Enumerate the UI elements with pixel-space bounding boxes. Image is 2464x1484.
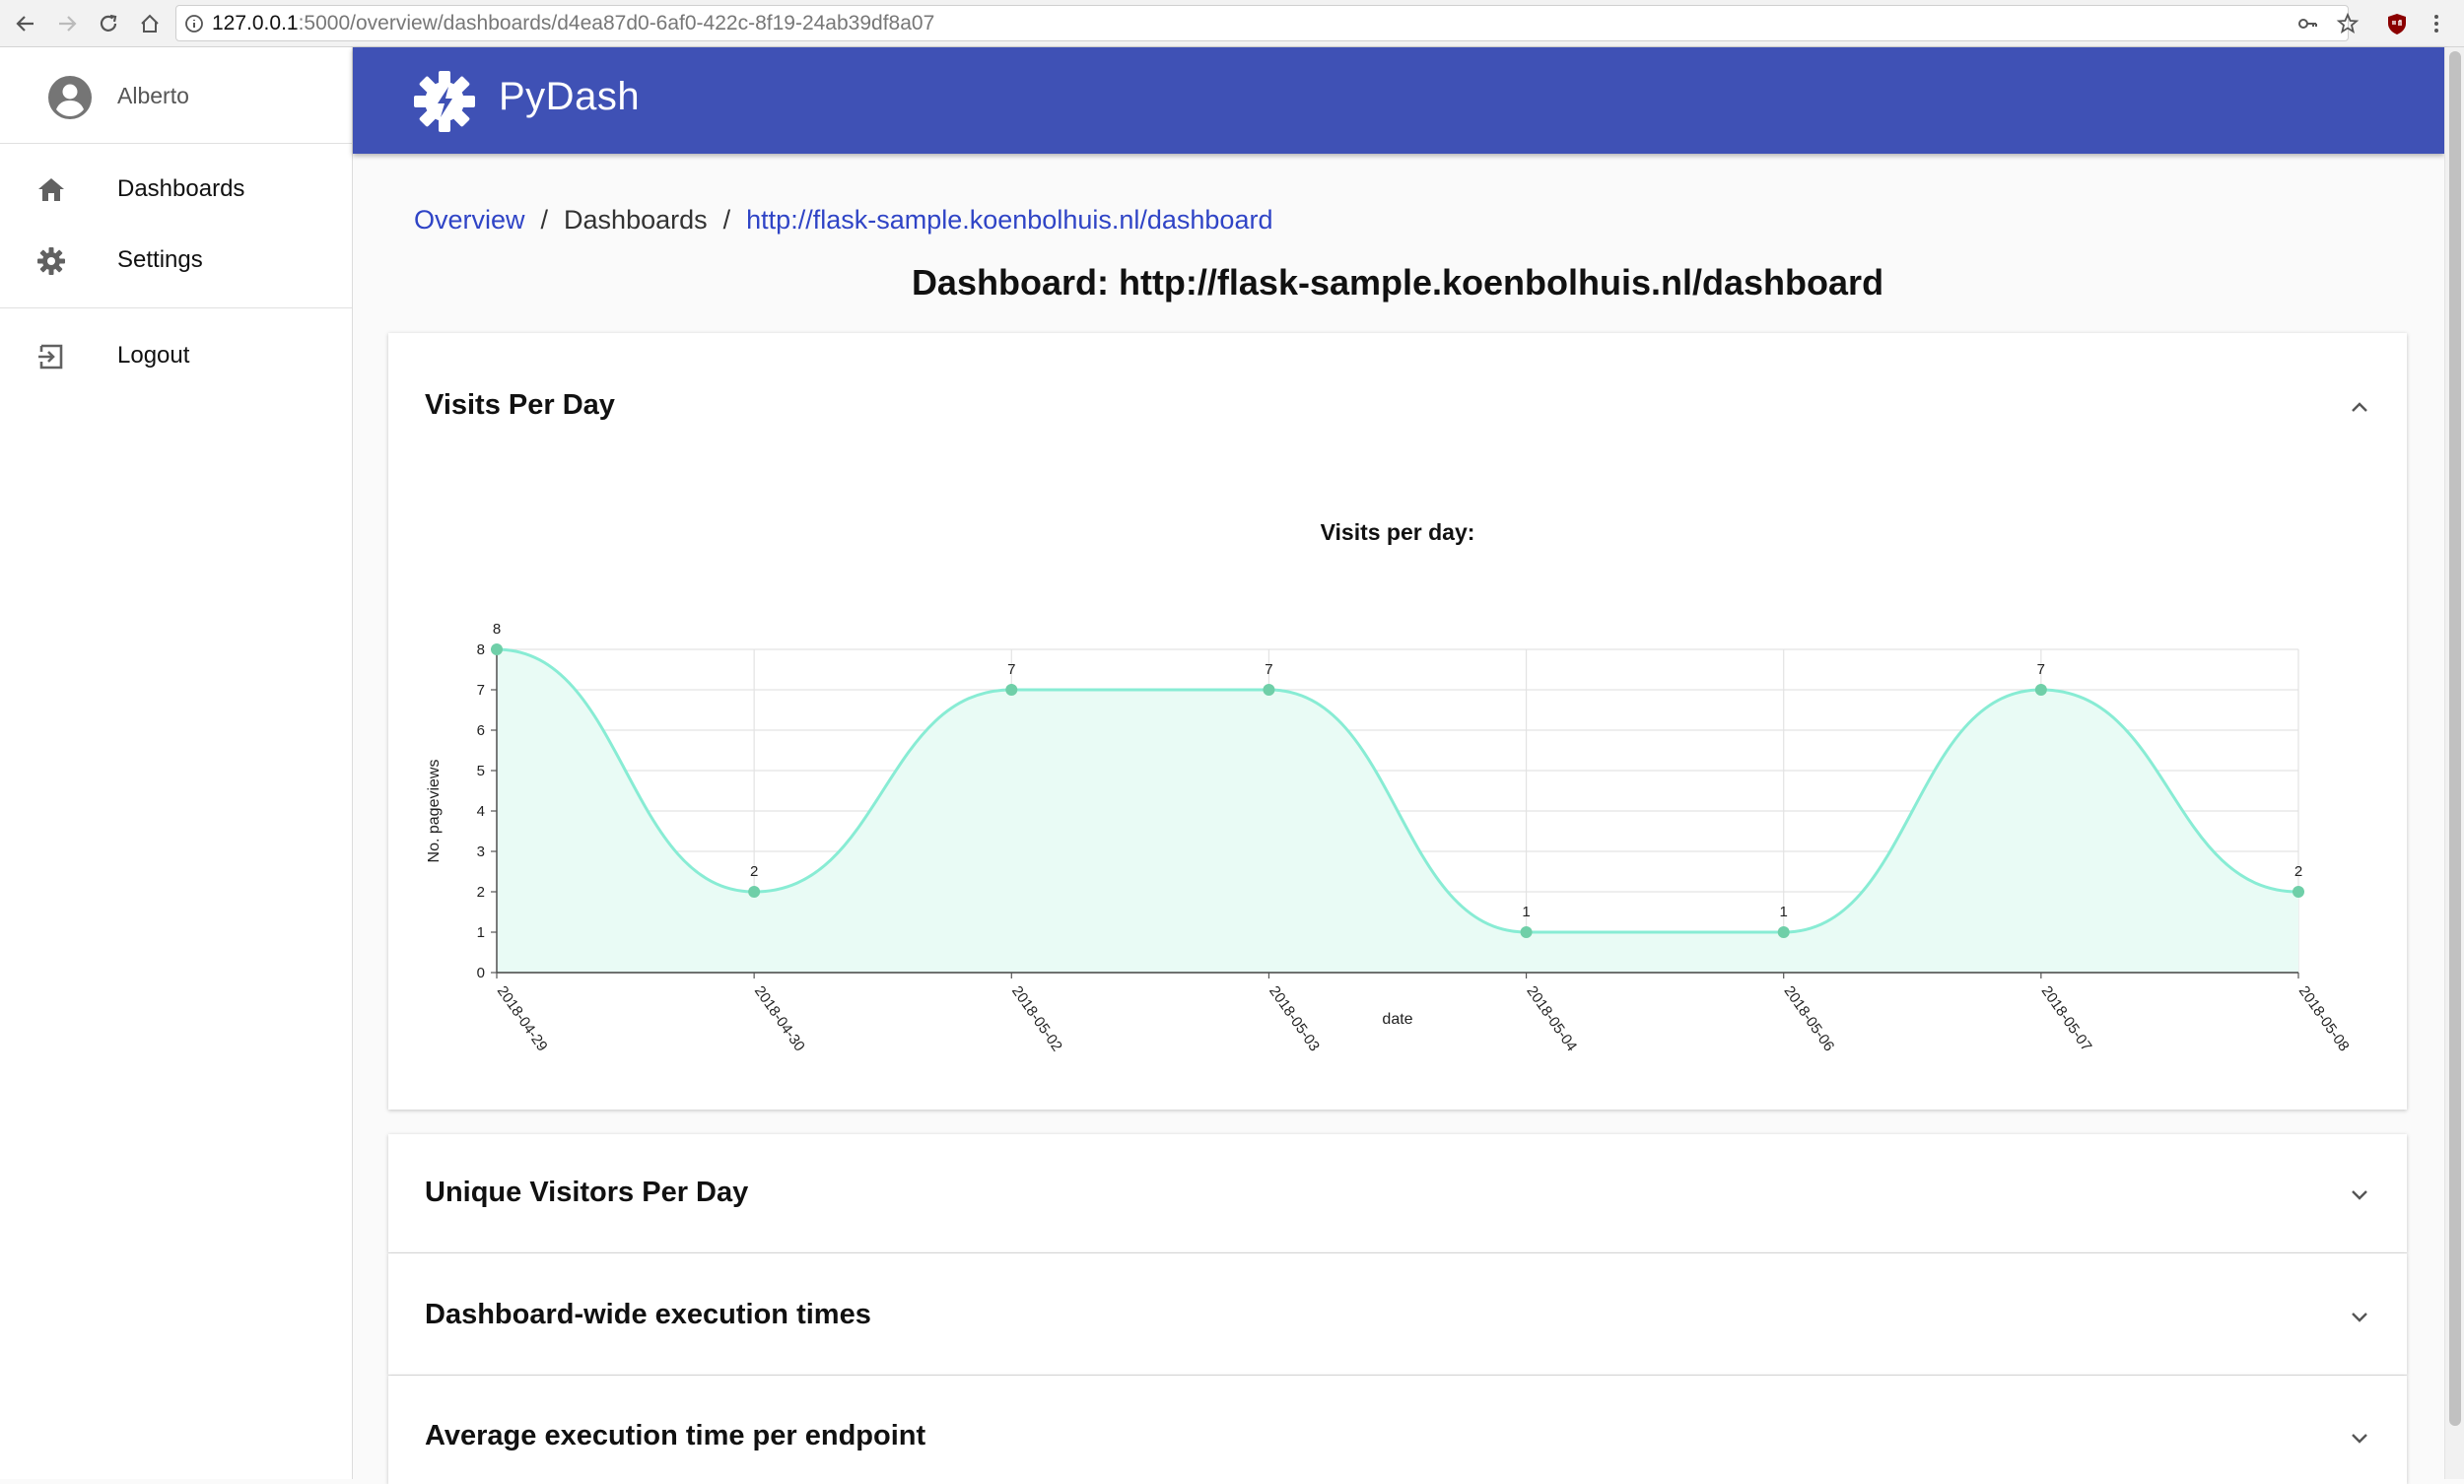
y-tick-label: 1 <box>477 924 485 941</box>
home-icon <box>38 178 64 201</box>
y-tick-label: 4 <box>477 803 485 820</box>
logout-icon <box>38 344 63 370</box>
breadcrumb: Overview / Dashboards / http://flask-sample.… <box>414 205 1272 236</box>
breadcrumb-separator: / <box>722 205 731 235</box>
key-icon[interactable] <box>2292 8 2323 39</box>
panel-avg-execution-time[interactable]: Average execution time per endpoint <box>388 1376 2407 1484</box>
ublock-shield-icon[interactable] <box>2381 8 2413 39</box>
info-icon[interactable] <box>176 14 212 34</box>
breadcrumb-separator: / <box>540 205 549 235</box>
bookmark-star-icon[interactable] <box>2332 8 2363 39</box>
sidebar-item-label: Settings <box>117 246 203 273</box>
x-tick-label: 2018-04-30 <box>751 983 808 1055</box>
x-axis-label: date <box>1382 1011 1412 1028</box>
panel-visits-per-day: Visits Per Day Visits per day: 0 1 2 3 4 5 6 7 8 8… <box>388 333 2407 1110</box>
chevron-down-icon[interactable] <box>2346 1424 2373 1451</box>
y-tick-label: 2 <box>477 884 485 901</box>
user-name: Alberto <box>117 83 189 108</box>
panel-title[interactable]: Average execution time per endpoint <box>425 1420 925 1452</box>
data-label: 8 <box>493 621 501 638</box>
sidebar-divider <box>0 307 352 308</box>
breadcrumb-dashboards: Dashboards <box>564 205 708 235</box>
address-bar[interactable]: 127.0.0.1:5000/overview/dashboards/d4ea8… <box>175 5 2349 41</box>
breadcrumb-overview-link[interactable]: Overview <box>414 205 525 235</box>
sidebar-item-settings[interactable]: Settings <box>0 230 352 291</box>
data-label: 7 <box>2037 661 2045 678</box>
chart-title: Visits per day: <box>1321 519 1475 545</box>
x-tick-label: 2018-05-04 <box>1523 983 1580 1055</box>
browser-toolbar: 127.0.0.1:5000/overview/dashboards/d4ea8… <box>0 0 2464 47</box>
data-label: 1 <box>1780 904 1788 920</box>
data-label: 1 <box>1522 904 1530 920</box>
app-title: PyDash <box>499 75 641 118</box>
gear-icon <box>37 247 65 275</box>
x-tick-label: 2018-04-29 <box>494 983 551 1055</box>
breadcrumb-current-link[interactable]: http://flask-sample.koenbolhuis.nl/dashb… <box>746 205 1272 235</box>
y-tick-label: 7 <box>477 682 485 699</box>
chevron-down-icon[interactable] <box>2346 1303 2373 1330</box>
account-circle-icon <box>48 76 92 119</box>
sidebar-item-dashboards[interactable]: Dashboards <box>0 159 352 220</box>
data-point <box>1520 926 1533 938</box>
sidebar-item-label: Dashboards <box>117 175 245 202</box>
data-point <box>1005 684 1018 696</box>
data-label: 7 <box>1265 661 1272 678</box>
data-point <box>748 886 761 898</box>
reload-icon[interactable] <box>93 8 124 39</box>
y-tick-label: 6 <box>477 722 485 739</box>
data-point <box>1777 926 1790 938</box>
sidebar-item-logout[interactable]: Logout <box>0 325 352 386</box>
back-arrow-icon[interactable] <box>10 8 41 39</box>
x-tick-label: 2018-05-08 <box>2295 983 2353 1055</box>
data-point <box>491 643 503 655</box>
user-profile[interactable]: Alberto <box>0 47 352 144</box>
data-point <box>2293 886 2304 898</box>
visits-chart: Visits per day: 0 1 2 3 4 5 6 7 88 2018-04-29 2 2018… <box>426 519 2353 1055</box>
x-tick-label: 2018-05-07 <box>2038 983 2095 1055</box>
panel-unique-visitors[interactable]: Unique Visitors Per Day <box>388 1134 2407 1252</box>
page-scrollbar[interactable] <box>2444 47 2464 1479</box>
y-tick-label: 3 <box>477 843 485 860</box>
scrollbar-thumb[interactable] <box>2449 51 2461 1426</box>
pydash-logo-icon <box>414 71 475 132</box>
data-label: 7 <box>1007 661 1015 678</box>
panel-dashboard-execution-times[interactable]: Dashboard-wide execution times <box>388 1253 2407 1375</box>
page-title: Dashboard: http://flask-sample.koenbolhu… <box>911 262 1884 303</box>
sidebar-item-label: Logout <box>117 342 190 369</box>
home-page-icon[interactable] <box>134 8 166 39</box>
app-bar: PyDash <box>353 47 2444 154</box>
more-menu-icon[interactable] <box>2421 8 2452 39</box>
y-tick-label: 0 <box>477 965 485 981</box>
panel-title[interactable]: Dashboard-wide execution times <box>425 1299 871 1331</box>
x-tick-label: 2018-05-06 <box>1780 983 1837 1055</box>
forward-arrow-icon[interactable] <box>51 8 83 39</box>
url-text: 127.0.0.1:5000/overview/dashboards/d4ea8… <box>212 11 935 34</box>
panel-title[interactable]: Unique Visitors Per Day <box>425 1177 748 1209</box>
y-tick-label: 5 <box>477 763 485 779</box>
chevron-down-icon[interactable] <box>2346 1180 2373 1208</box>
x-tick-label: 2018-05-02 <box>1008 983 1065 1055</box>
y-tick-label: 8 <box>477 641 485 658</box>
data-label: 2 <box>2294 863 2302 880</box>
data-point <box>1263 684 1275 696</box>
sidebar: Alberto Dashboards Settings Logout <box>0 47 353 1479</box>
y-axis-label: No. pageviews <box>426 760 443 863</box>
data-label: 2 <box>750 863 758 880</box>
x-tick-label: 2018-05-03 <box>1266 983 1323 1055</box>
data-point <box>2034 684 2047 696</box>
